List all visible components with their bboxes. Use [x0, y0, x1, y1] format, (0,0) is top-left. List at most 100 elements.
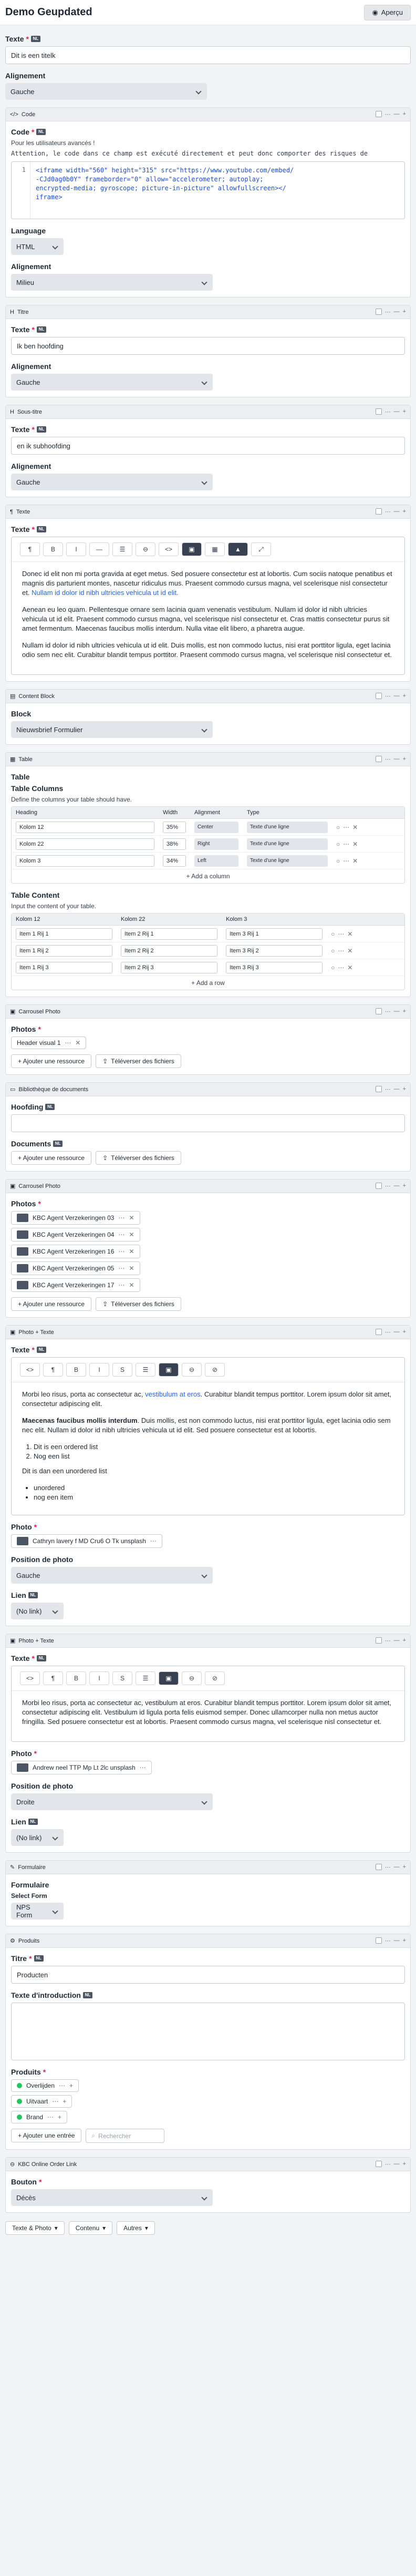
- top-bar: Demo Geupdated ◉ Aperçu: [0, 0, 416, 25]
- formulaire-block: ✎ Formulaire ⋯ — + Formulaire Select Form NP…: [5, 1860, 411, 1926]
- product-chip[interactable]: Overlijden ⋯ +: [11, 2079, 79, 2092]
- drag-icon[interactable]: ⋯: [385, 111, 391, 118]
- rich-text-editor[interactable]: ¶ B I — ☰ ⊖ <> ▣ ▦ ▲ ⤢ Donec id elit non…: [11, 537, 405, 675]
- add-texte-photo-button[interactable]: Texte & Photo ▾: [5, 2221, 65, 2235]
- document-icon: ▭: [10, 1086, 16, 1093]
- bold-icon[interactable]: B: [66, 1363, 86, 1377]
- bold-icon[interactable]: B: [43, 542, 63, 556]
- photo-chip[interactable]: KBC Agent Verzekeringen 04 ⋯ ✕: [11, 1228, 140, 1241]
- page-title: Demo Geupdated: [5, 6, 92, 18]
- photo-chip[interactable]: KBC Agent Verzekeringen 17 ⋯ ✕: [11, 1278, 140, 1292]
- table-row: Kolom 12 35% Center Texte d'une ligne ○⋯…: [12, 818, 404, 836]
- select-checkbox[interactable]: [375, 309, 382, 315]
- table-block: ▦ Table ⋯ — + Table Table Columns Define the…: [5, 752, 411, 997]
- link-icon[interactable]: ⊖: [182, 1363, 202, 1377]
- table-row: Kolom 3 34% Left Texte d'une ligne ○⋯✕: [12, 852, 404, 869]
- button-select[interactable]: Décès: [11, 2189, 213, 2206]
- table-row: Item 1 Rij 2 Item 2 Rij 2 Item 3 Rij 2 ○…: [12, 942, 404, 959]
- link-icon[interactable]: ⊖: [136, 542, 155, 556]
- code-block: </> Code ⋯ — + Code * NL Pour les utilisateurs…: [5, 107, 411, 297]
- list-icon[interactable]: ☰: [112, 542, 132, 556]
- warning-text: Attention, le code dans ce champ est exé…: [11, 150, 368, 157]
- rich-text-editor[interactable]: <> ¶ B I S ☰ ▣ ⊖ ⊘ Morbi leo risus, port…: [11, 1357, 405, 1515]
- strike-icon[interactable]: S: [112, 1363, 132, 1377]
- list-icon[interactable]: ☰: [136, 1363, 155, 1377]
- photo-chip[interactable]: KBC Agent Verzekeringen 16 ⋯ ✕: [11, 1245, 140, 1258]
- photo-position-select[interactable]: Droite: [11, 1793, 213, 1810]
- search-input[interactable]: ⌕ Rechercher: [86, 2129, 165, 2143]
- image-icon[interactable]: ▣: [159, 1363, 179, 1377]
- product-chip[interactable]: Uitvaart ⋯ +: [11, 2095, 72, 2108]
- add-entry-button[interactable]: + Ajouter une entrée: [11, 2129, 82, 2142]
- alignment-select[interactable]: Gauche: [5, 83, 207, 100]
- photo-chip[interactable]: KBC Agent Verzekeringen 05 ⋯ ✕: [11, 1261, 140, 1275]
- alignment-select[interactable]: Milieu: [11, 274, 213, 291]
- add-resource-button[interactable]: + Ajouter une ressource: [11, 1151, 92, 1165]
- editor-toolbar: ¶ B I — ☰ ⊖ <> ▣ ▦ ▲ ⤢: [12, 537, 404, 562]
- photo-position-select[interactable]: Gauche: [11, 1567, 213, 1584]
- add-row-button[interactable]: + Add a row: [12, 976, 404, 990]
- upload-button[interactable]: ⇪ Téléverser des fichiers: [96, 1054, 181, 1068]
- add-icon[interactable]: +: [403, 111, 406, 118]
- photo-chip[interactable]: KBC Agent Verzekeringen 03 ⋯ ✕: [11, 1211, 140, 1225]
- table-icon: ▦: [10, 756, 16, 763]
- text-input[interactable]: en ik subhoofding: [11, 437, 405, 455]
- unlink-icon[interactable]: ⊘: [205, 1363, 225, 1377]
- photo-icon: ▣: [10, 1009, 16, 1015]
- add-autres-button[interactable]: Autres ▾: [117, 2221, 155, 2235]
- link-select[interactable]: (No link): [11, 1603, 64, 1619]
- photo-chip[interactable]: Andrew neel TTP Mp Lt 2lc unsplash ⋯: [11, 1761, 152, 1774]
- paragraph-icon[interactable]: ¶: [43, 1363, 63, 1377]
- upload-button[interactable]: ⇪ Téléverser des fichiers: [96, 1151, 181, 1165]
- expand-icon[interactable]: ⤢: [251, 542, 271, 556]
- document-library-block: ▭ Bibliothèque de documents ⋯ — + Hoofding NL…: [5, 1082, 411, 1172]
- intro-textarea[interactable]: [11, 2003, 405, 2060]
- italic-icon[interactable]: I: [66, 542, 86, 556]
- minus-icon[interactable]: —: [394, 111, 400, 118]
- add-contenu-button[interactable]: Contenu ▾: [68, 2221, 113, 2235]
- table-icon[interactable]: ▦: [205, 542, 225, 556]
- strike-icon[interactable]: —: [89, 542, 109, 556]
- photo-chip[interactable]: Header visual 1 ⋯ ✕: [11, 1036, 87, 1049]
- code-icon[interactable]: <>: [159, 542, 179, 556]
- form-select[interactable]: NPS Form: [11, 1903, 64, 1920]
- language-select[interactable]: HTML: [11, 238, 64, 255]
- add-column-button[interactable]: + Add a column: [12, 869, 404, 883]
- columns-table: Heading Width Alignment Type Kolom 12 35…: [12, 807, 404, 869]
- content-table: Kolom 12 Kolom 22 Kolom 3 Item 1 Rij 1 I…: [12, 914, 404, 976]
- link-select[interactable]: (No link): [11, 1829, 64, 1846]
- search-icon: ⌕: [91, 2132, 96, 2139]
- alignment-select[interactable]: Gauche: [11, 374, 213, 391]
- product-chip[interactable]: Brand ⋯ +: [11, 2111, 68, 2123]
- carrousel-block: ▣ Carrousel Photo ⋯ — + Photos * KBC Agent Ve…: [5, 1179, 411, 1318]
- table-row: Kolom 22 38% Right Texte d'une ligne ○⋯✕: [12, 835, 404, 853]
- paragraph-icon[interactable]: ¶: [20, 542, 40, 556]
- photo-chip[interactable]: Cathryn lavery f MD Cru6 O Tk unsplash ⋯: [11, 1534, 162, 1548]
- heading-icon: H: [10, 309, 14, 315]
- titre-input[interactable]: Producten: [11, 1966, 405, 1984]
- hoofding-input[interactable]: [11, 1114, 405, 1132]
- code-icon[interactable]: <>: [20, 1363, 40, 1377]
- add-resource-button[interactable]: + Ajouter une ressource: [11, 1054, 92, 1068]
- image-icon[interactable]: ▣: [182, 542, 202, 556]
- upload-icon: ⇪: [102, 1058, 108, 1065]
- media-icon[interactable]: ▲: [228, 542, 248, 556]
- content-block: ▤ Content Block ⋯ — + Block Nieuwsbrief Form…: [5, 689, 411, 745]
- italic-icon[interactable]: I: [89, 1363, 109, 1377]
- text-link[interactable]: Nullam id dolor id nibh ultricies vehicu…: [32, 589, 179, 597]
- block-select[interactable]: Nieuwsbrief Formulier: [11, 721, 213, 738]
- upload-button[interactable]: ⇪ Téléverser des fichiers: [96, 1297, 181, 1311]
- code-editor[interactable]: 1 <iframe width="560" height="315" src="…: [11, 161, 405, 219]
- alignment-select[interactable]: Gauche: [11, 474, 213, 490]
- carrousel-block: ▣ Carrousel Photo ⋯ — + Photos * Header visua…: [5, 1004, 411, 1075]
- select-checkbox[interactable]: [375, 111, 382, 117]
- table-row: Item 1 Rij 3 Item 2 Rij 3 Item 3 Rij 3 ○…: [12, 959, 404, 976]
- text-input[interactable]: Dit is een titelk: [5, 46, 411, 64]
- text-input[interactable]: Ik ben hoofding: [11, 337, 405, 355]
- photo-texte-block: ▣ Photo + Texte ⋯ — + Texte * NL <> ¶ B I S ☰ …: [5, 1325, 411, 1626]
- rich-text-editor[interactable]: <> ¶ B I S ☰ ▣ ⊖ ⊘ Morbi leo risus, port…: [11, 1666, 405, 1742]
- add-resource-button[interactable]: + Ajouter une ressource: [11, 1297, 92, 1311]
- preview-button[interactable]: ◉ Aperçu: [364, 4, 411, 20]
- language-icon: NL: [31, 36, 40, 42]
- text-icon: ¶: [10, 508, 13, 515]
